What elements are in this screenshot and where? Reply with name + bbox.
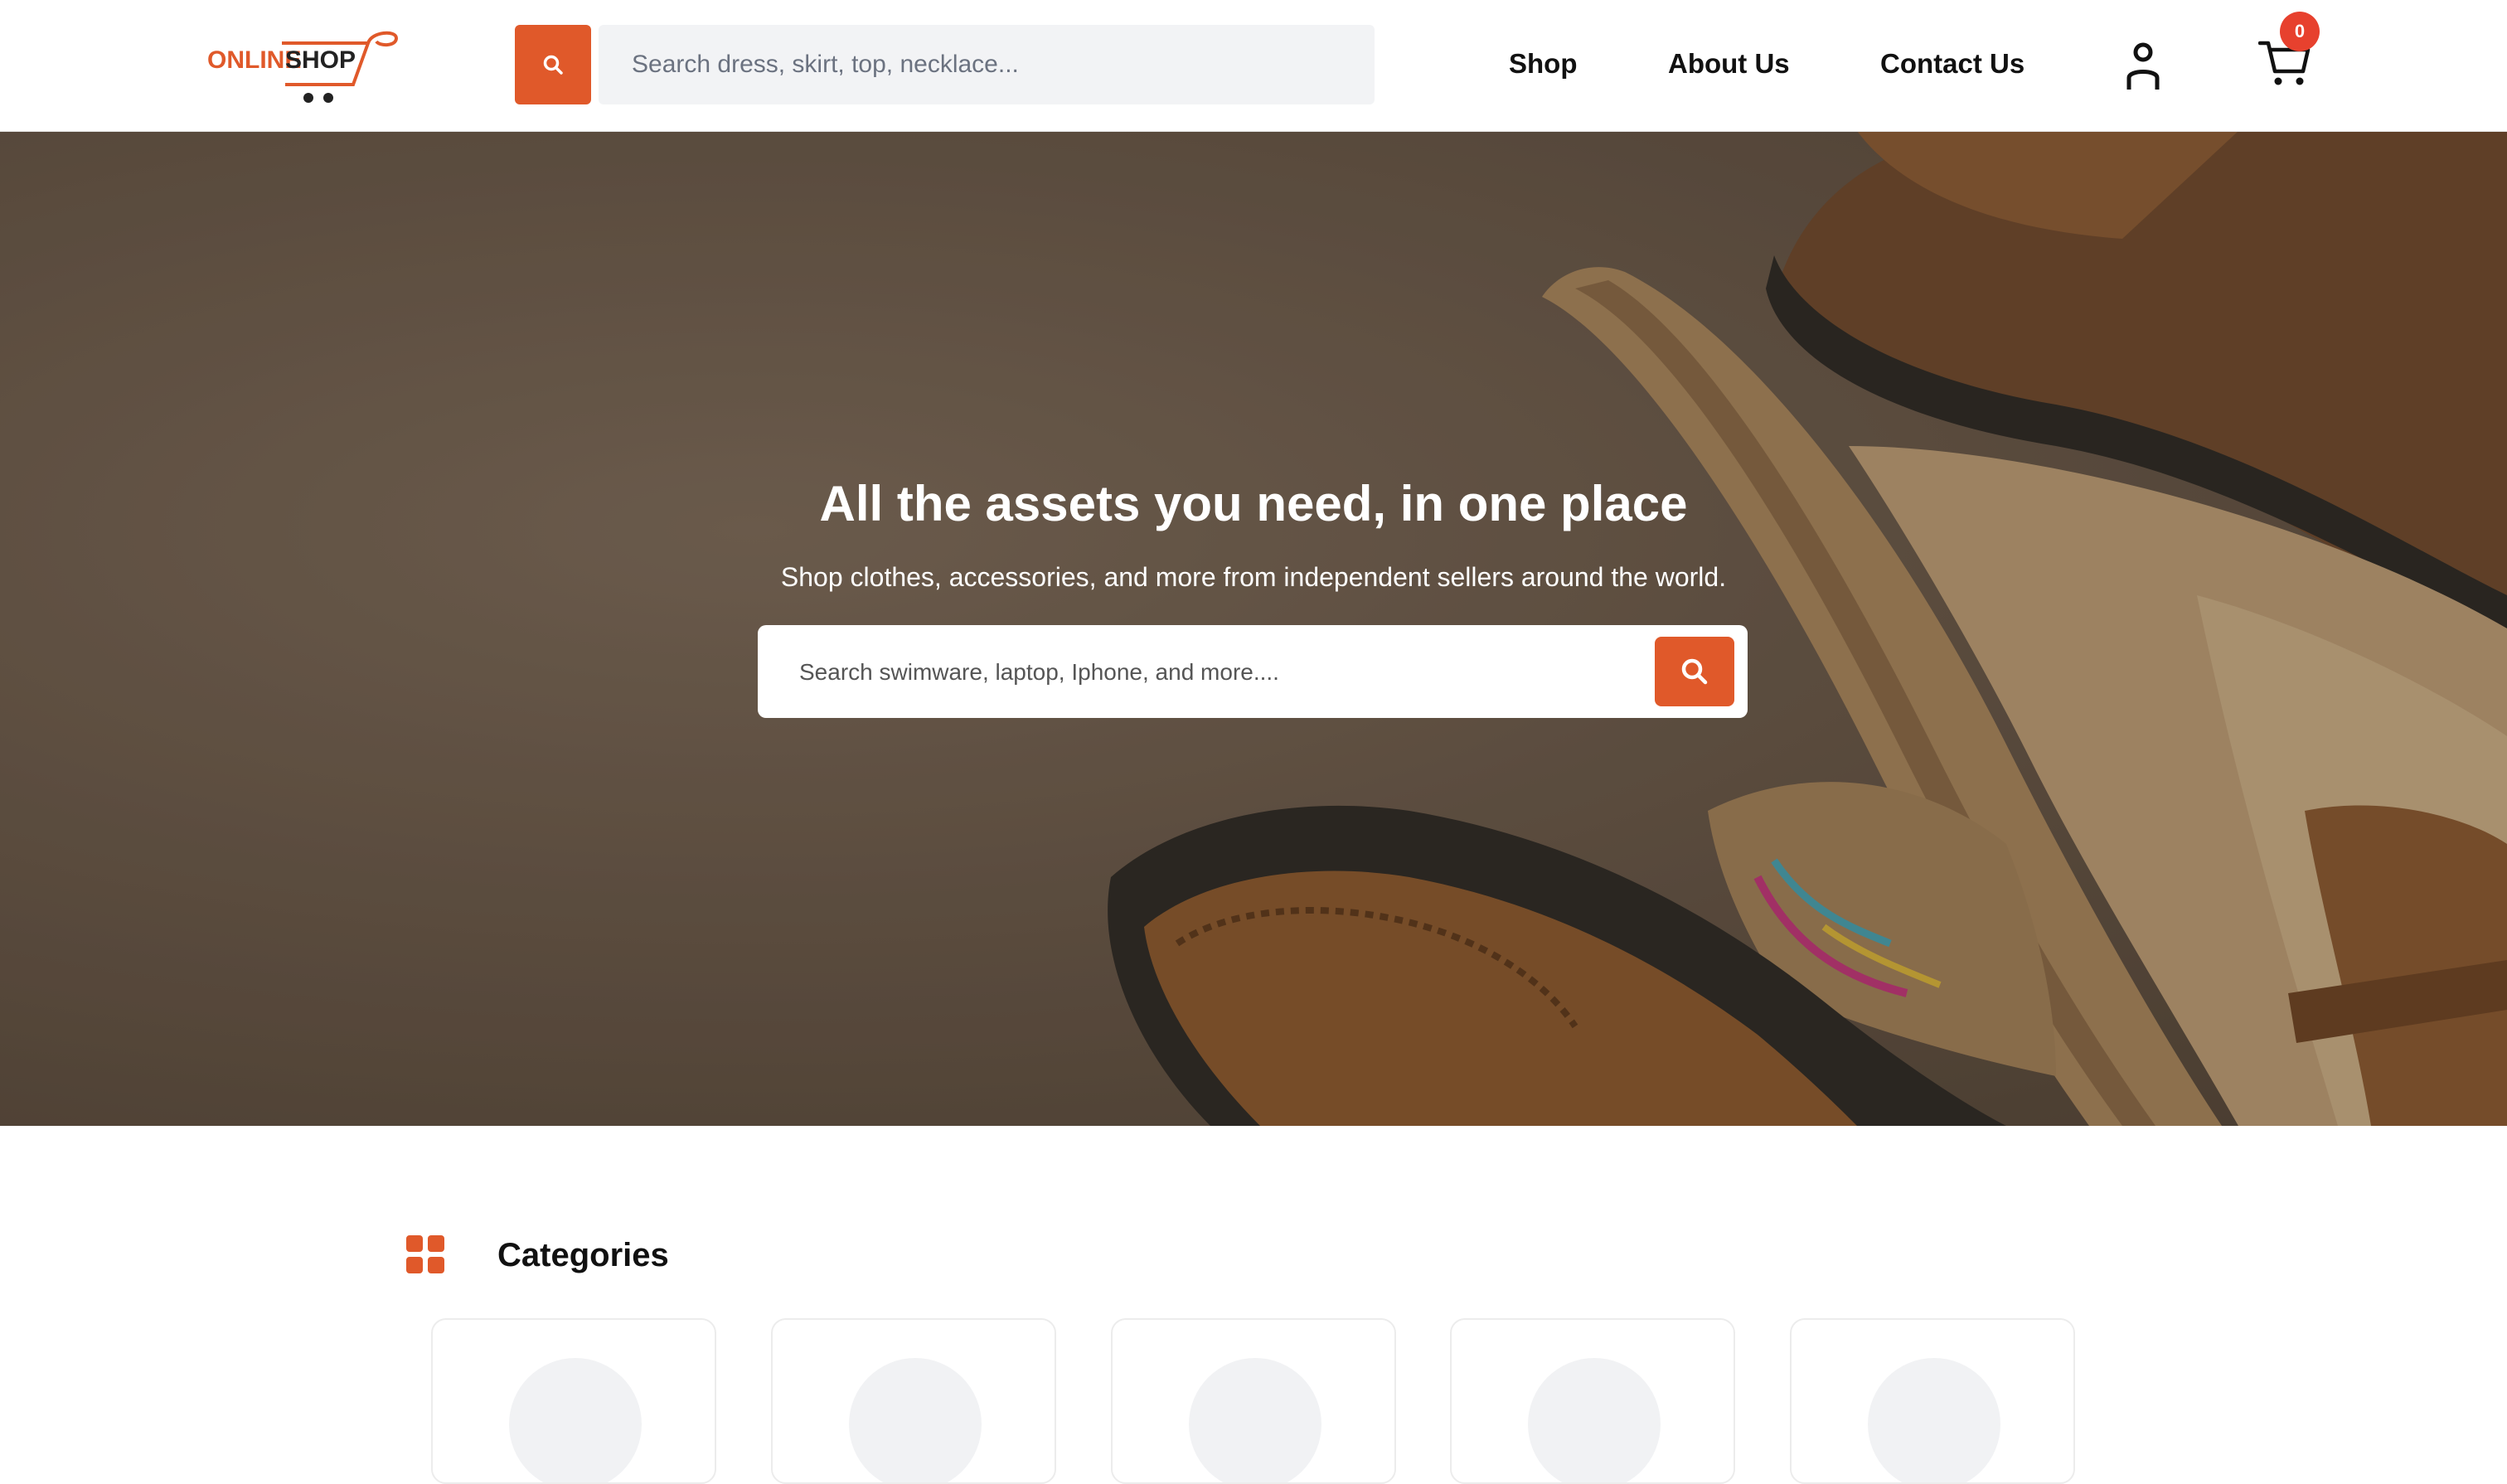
header-search-button[interactable]: [515, 25, 591, 104]
category-image-placeholder: [509, 1358, 642, 1482]
user-icon[interactable]: [2124, 41, 2162, 90]
site-header: ONLINE SHOP Shop About Us Contact Us 0: [0, 0, 2507, 132]
category-card[interactable]: [431, 1318, 716, 1484]
logo-word-shop: SHOP: [285, 46, 356, 74]
category-image-placeholder: [1868, 1358, 2000, 1482]
category-image-placeholder: [849, 1358, 982, 1482]
hero-title: All the assets you need, in one place: [819, 476, 1688, 531]
online-shop-logo[interactable]: ONLINE SHOP: [206, 25, 401, 108]
search-icon: [1681, 658, 1708, 685]
cart-count-badge: 0: [2280, 12, 2320, 51]
hero-search-bar: [758, 625, 1748, 720]
category-card[interactable]: [1790, 1318, 2075, 1484]
hero-search-button[interactable]: [1655, 637, 1734, 706]
header-search-input[interactable]: [599, 25, 1375, 104]
nav-about-us[interactable]: About Us: [1668, 46, 1790, 81]
nav-contact-us[interactable]: Contact Us: [1880, 46, 2025, 81]
category-card[interactable]: [1111, 1318, 1396, 1484]
category-image-placeholder: [1189, 1358, 1321, 1482]
grid-icon: [406, 1235, 444, 1273]
hero-subtitle: Shop clothes, accessories, and more from…: [780, 562, 1727, 592]
hero-banner: All the assets you need, in one place Sh…: [0, 131, 2507, 1126]
hero-search-input[interactable]: [798, 625, 1630, 720]
category-card[interactable]: [771, 1318, 1056, 1484]
search-icon: [543, 55, 563, 75]
nav-shop[interactable]: Shop: [1509, 46, 1577, 81]
category-image-placeholder: [1528, 1358, 1661, 1482]
categories-heading: Categories: [497, 1237, 669, 1273]
category-card[interactable]: [1450, 1318, 1735, 1484]
